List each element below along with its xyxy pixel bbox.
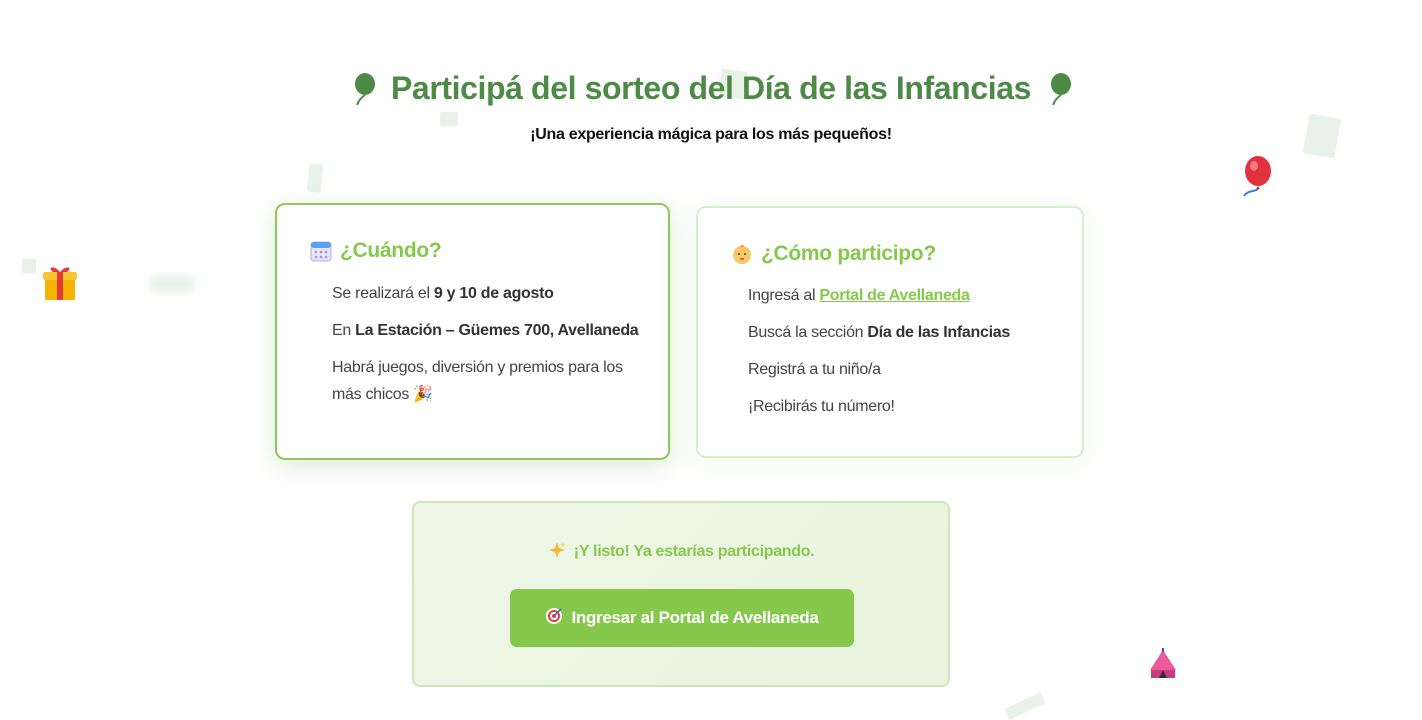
how-card: ¿Cómo participo? Ingresá al Portal de Av…	[696, 206, 1084, 458]
list-item: Registrá a tu niño/a	[748, 361, 881, 378]
list-item: Habrá juegos, diversión y premios para l…	[332, 354, 652, 408]
item-text: Ingresá al	[748, 287, 820, 304]
when-list: Se realizará el 9 y 10 de agosto En La E…	[332, 280, 652, 418]
item-bold: 9 y 10 de agosto	[433, 285, 554, 302]
when-card: ¿Cuándo? Se realizará el 9 y 10 de agost…	[275, 203, 670, 460]
final-message: ¡Y listo! Ya estarías participando.	[414, 541, 948, 561]
list-item: En La Estación – Güemes 700, Avellaneda	[332, 317, 652, 344]
when-card-heading: ¿Cuándo?	[310, 239, 442, 263]
enter-portal-button-label: Ingresar al Portal de Avellaneda	[571, 608, 819, 627]
list-item: Ingresá al Portal de Avellaneda	[748, 282, 1068, 309]
confetti	[150, 275, 194, 293]
list-item: Se realizará el 9 y 10 de agosto	[332, 280, 652, 307]
target-icon	[545, 607, 563, 630]
how-card-heading: ¿Cómo participo?	[731, 242, 936, 266]
how-list: Ingresá al Portal de Avellaneda Buscá la…	[748, 282, 1068, 430]
item-bold: Día de las Infancias	[867, 324, 1010, 341]
page-title-text: Participá del sorteo del Día de las Infa…	[390, 70, 1032, 106]
sparkles-icon	[548, 542, 574, 560]
balloon-icon	[1045, 72, 1073, 106]
list-item: Buscá la sección Día de las Infancias	[748, 319, 1068, 346]
item-bold: La Estación – Güemes 700, Avellaneda	[355, 322, 639, 339]
final-panel: ¡Y listo! Ya estarías participando. Ingr…	[412, 501, 950, 687]
party-popper-icon: 🎉	[413, 386, 433, 403]
baby-icon	[731, 243, 753, 265]
item-text: Habrá juegos, diversión y premios para l…	[332, 359, 623, 403]
title-row: Participá del sorteo del Día de las Infa…	[0, 70, 1422, 111]
gift-icon	[43, 264, 77, 308]
final-message-text: ¡Y listo! Ya estarías participando.	[573, 543, 815, 560]
list-item: ¡Recibirás tu número!	[748, 398, 895, 415]
balloon-icon	[349, 72, 377, 106]
balloon-icon	[1236, 156, 1274, 206]
confetti	[1004, 692, 1046, 720]
item-text: Buscá la sección	[748, 324, 868, 341]
calendar-icon	[310, 240, 332, 262]
confetti	[306, 163, 324, 193]
item-text: En	[332, 322, 356, 339]
confetti	[22, 259, 36, 273]
when-card-title: ¿Cuándo?	[340, 239, 442, 262]
page-title: Participá del sorteo del Día de las Infa…	[349, 70, 1073, 107]
page-subtitle: ¡Una experiencia mágica para los más peq…	[530, 126, 892, 143]
item-text: Se realizará el	[332, 285, 434, 302]
portal-link[interactable]: Portal de Avellaneda	[819, 287, 970, 304]
how-card-title: ¿Cómo participo?	[761, 242, 936, 265]
enter-portal-button[interactable]: Ingresar al Portal de Avellaneda	[510, 589, 854, 647]
circus-tent-icon	[1148, 648, 1178, 686]
confetti	[440, 112, 458, 126]
